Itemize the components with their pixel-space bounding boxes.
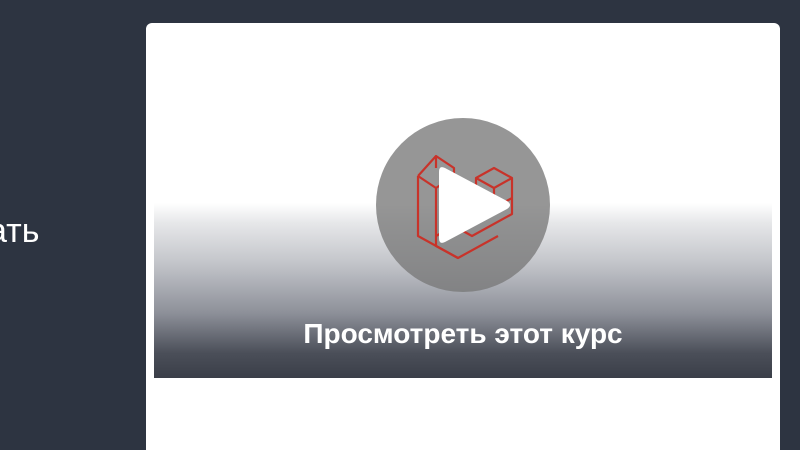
play-icon (439, 167, 510, 243)
hero-heading-fragment: ать (0, 212, 40, 250)
preview-label: Просмотреть этот курс (303, 318, 623, 349)
page: ать Просмотреть этот кур (0, 0, 800, 450)
course-card: Просмотреть этот курс (146, 23, 780, 450)
play-button[interactable] (376, 118, 550, 292)
course-preview-video[interactable]: Просмотреть этот курс (154, 23, 772, 378)
